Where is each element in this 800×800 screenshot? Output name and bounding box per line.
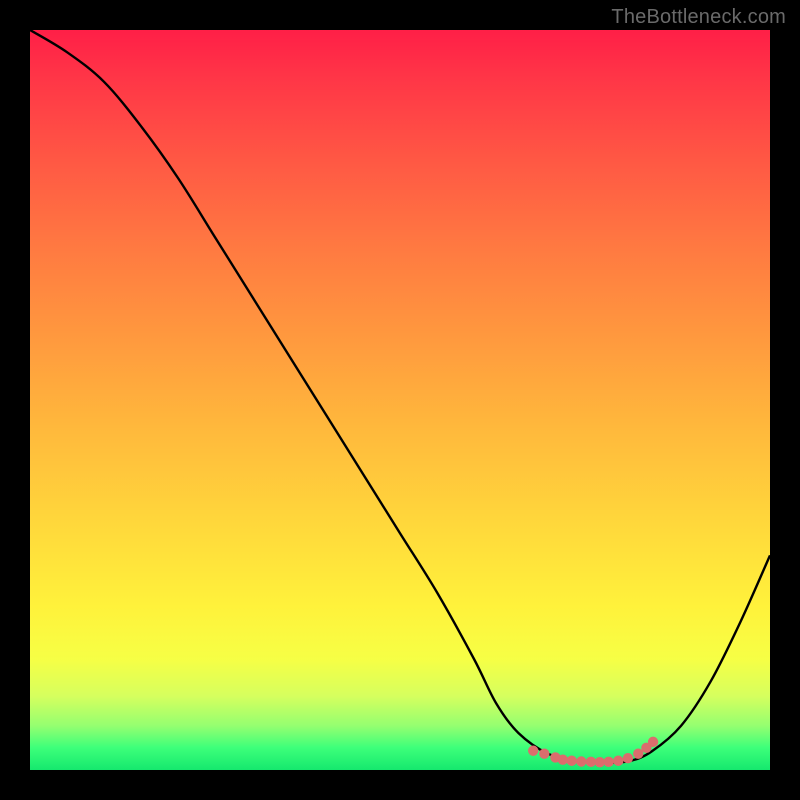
plot-area: [30, 30, 770, 770]
dot: [528, 746, 538, 756]
dot: [558, 754, 568, 764]
dot: [603, 757, 613, 767]
dot: [576, 756, 586, 766]
chart-frame: TheBottleneck.com: [0, 0, 800, 800]
dot: [648, 737, 658, 747]
dot: [539, 749, 549, 759]
dot: [595, 757, 605, 767]
curve-path: [30, 30, 770, 763]
bottom-dots: [528, 737, 658, 768]
watermark-text: TheBottleneck.com: [611, 6, 786, 29]
bottleneck-curve: [30, 30, 770, 770]
dot: [623, 753, 633, 763]
dot: [613, 756, 623, 766]
dot: [586, 757, 596, 767]
dot: [566, 756, 576, 766]
